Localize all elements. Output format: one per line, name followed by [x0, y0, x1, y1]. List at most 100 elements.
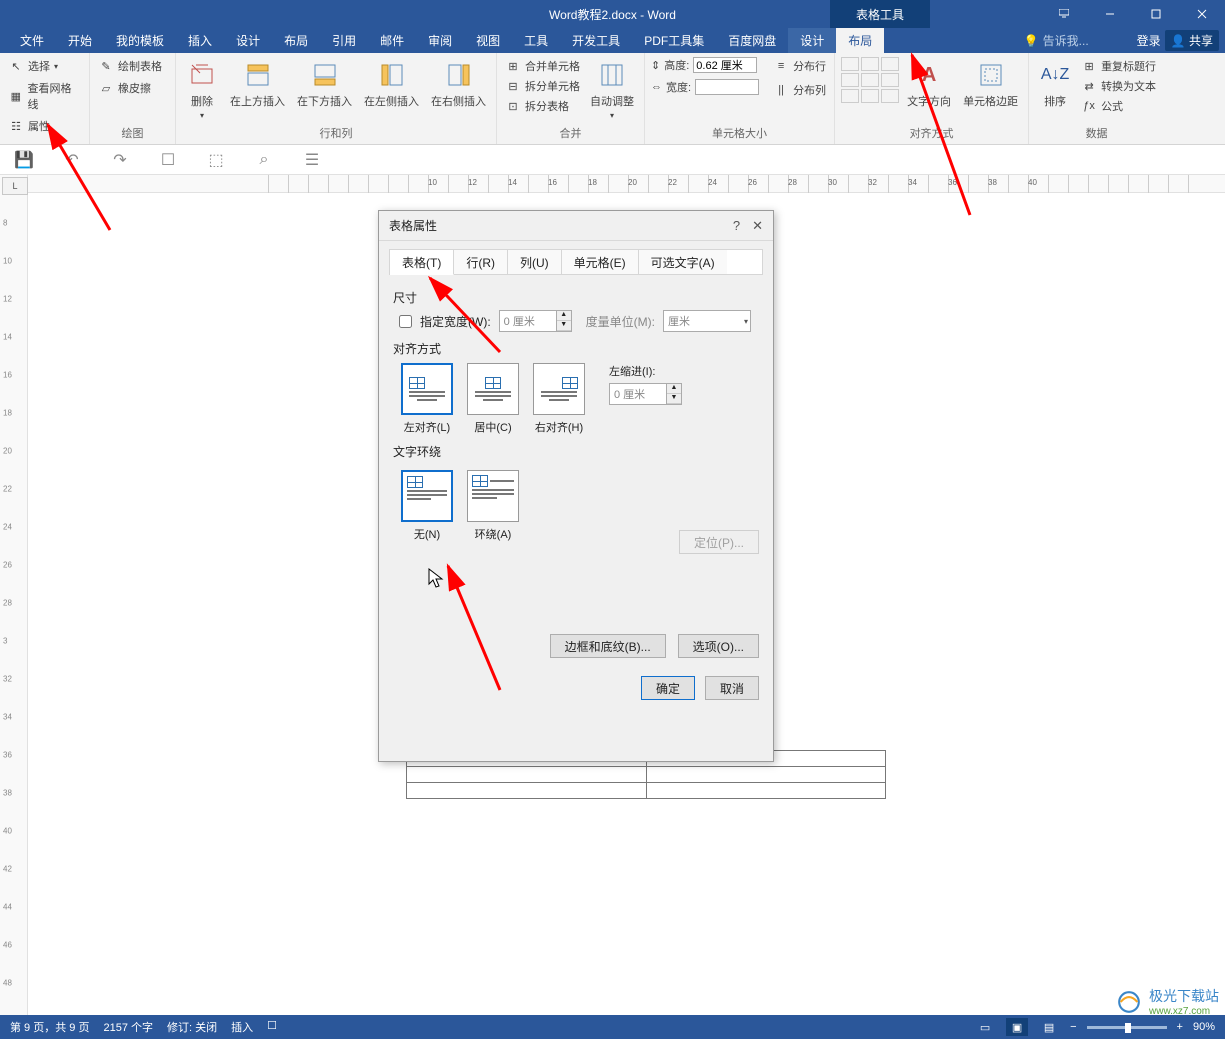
insert-left-button[interactable]: 在左侧插入 — [360, 57, 423, 111]
options-button[interactable]: 选项(O)... — [678, 634, 759, 658]
repeat-header-button[interactable]: ⊞重复标题行 — [1079, 57, 1158, 75]
spin-down-icon[interactable]: ▼ — [557, 321, 571, 331]
align-ml-icon[interactable] — [841, 73, 859, 87]
dtab-alttext[interactable]: 可选文字(A) — [639, 250, 727, 274]
horizontal-ruler[interactable]: 10121416182022242628303234363840 — [28, 175, 1225, 193]
qat-extra1-icon[interactable]: ☐ — [158, 150, 178, 170]
draw-table-button[interactable]: ✎绘制表格 — [96, 57, 164, 75]
tab-review[interactable]: 审阅 — [416, 28, 464, 53]
help-button[interactable]: ? — [733, 218, 740, 234]
split-cells-button[interactable]: ⊟拆分单元格 — [503, 77, 582, 95]
tab-view[interactable]: 视图 — [464, 28, 512, 53]
tab-home[interactable]: 开始 — [56, 28, 104, 53]
view-gridlines-button[interactable]: ▦查看网格线 — [6, 79, 83, 113]
convert-text-button[interactable]: ⇄转换为文本 — [1079, 77, 1158, 95]
zoom-in-button[interactable]: + — [1177, 1021, 1183, 1033]
align-mr-icon[interactable] — [881, 73, 899, 87]
border-shading-button[interactable]: 边框和底纹(B)... — [550, 634, 666, 658]
align-tc-icon[interactable] — [861, 57, 879, 71]
zoom-out-button[interactable]: − — [1070, 1021, 1076, 1033]
cell-margins-button[interactable]: 单元格边距 — [959, 57, 1022, 111]
indent-value-input[interactable] — [610, 386, 666, 402]
cancel-button[interactable]: 取消 — [705, 676, 759, 700]
save-icon[interactable]: 💾 — [14, 150, 34, 170]
close-icon[interactable]: ✕ — [752, 218, 763, 234]
eraser-button[interactable]: ▱橡皮擦 — [96, 79, 153, 97]
zoom-level[interactable]: 90% — [1193, 1021, 1215, 1033]
unit-combo[interactable]: 厘米▾ — [663, 310, 751, 332]
close-button[interactable] — [1179, 0, 1225, 28]
login-link[interactable]: 登录 — [1137, 32, 1161, 49]
tab-references[interactable]: 引用 — [320, 28, 368, 53]
align-tl-icon[interactable] — [841, 57, 859, 71]
qat-extra2-icon[interactable]: ⬚ — [206, 150, 226, 170]
align-mc-icon[interactable] — [861, 73, 879, 87]
insert-above-button[interactable]: 在上方插入 — [226, 57, 289, 111]
tab-templates[interactable]: 我的模板 — [104, 28, 176, 53]
tab-table-design[interactable]: 设计 — [788, 28, 836, 53]
word-count[interactable]: 2157 个字 — [103, 1019, 153, 1035]
indent-spinner[interactable]: ▲▼ — [609, 383, 682, 405]
merge-cells-button[interactable]: ⊞合并单元格 — [503, 57, 582, 75]
web-layout-icon[interactable]: ▤ — [1038, 1018, 1060, 1036]
tab-layout[interactable]: 布局 — [272, 28, 320, 53]
width-spinner[interactable]: ▲▼ — [499, 310, 572, 332]
print-layout-icon[interactable]: ▣ — [1006, 1018, 1028, 1036]
split-table-button[interactable]: ⊡拆分表格 — [503, 97, 582, 115]
page-status[interactable]: 第 9 页，共 9 页 — [10, 1019, 89, 1035]
distribute-rows-button[interactable]: ≡分布行 — [771, 57, 828, 75]
spin-up-icon[interactable]: ▲ — [667, 384, 681, 394]
text-direction-button[interactable]: A文字方向 — [903, 57, 955, 111]
tab-tools[interactable]: 工具 — [512, 28, 560, 53]
insert-mode[interactable]: 插入 — [231, 1019, 253, 1035]
tab-mailings[interactable]: 邮件 — [368, 28, 416, 53]
qat-extra4-icon[interactable]: ☰ — [302, 150, 322, 170]
dtab-col[interactable]: 列(U) — [508, 250, 562, 274]
share-button[interactable]: 👤 共享 — [1165, 30, 1219, 51]
tell-me[interactable]: 💡 告诉我... — [1024, 32, 1089, 49]
width-value-input[interactable] — [500, 313, 556, 329]
align-br-icon[interactable] — [881, 89, 899, 103]
insert-right-button[interactable]: 在右侧插入 — [427, 57, 490, 111]
align-bl-icon[interactable] — [841, 89, 859, 103]
tab-pdf[interactable]: PDF工具集 — [632, 28, 716, 53]
dtab-cell[interactable]: 单元格(E) — [562, 250, 639, 274]
ok-button[interactable]: 确定 — [641, 676, 695, 700]
distribute-cols-button[interactable]: ||分布列 — [771, 81, 828, 99]
align-center-option[interactable] — [467, 363, 519, 415]
dtab-table[interactable]: 表格(T) — [390, 250, 454, 275]
select-button[interactable]: ↖选择▾ — [6, 57, 60, 75]
minimize-button[interactable] — [1087, 0, 1133, 28]
delete-button[interactable]: 删除▾ — [182, 57, 222, 122]
maximize-button[interactable] — [1133, 0, 1179, 28]
height-input[interactable] — [693, 57, 757, 73]
sort-button[interactable]: A↓Z排序 — [1035, 57, 1075, 111]
align-right-option[interactable] — [533, 363, 585, 415]
ribbon-options-icon[interactable] — [1041, 0, 1087, 28]
specify-width-checkbox[interactable] — [399, 315, 412, 328]
align-left-option[interactable] — [401, 363, 453, 415]
wrap-none-option[interactable] — [401, 470, 453, 522]
spin-down-icon[interactable]: ▼ — [667, 394, 681, 404]
qat-extra3-icon[interactable]: ⌕ — [254, 150, 274, 170]
insert-below-button[interactable]: 在下方插入 — [293, 57, 356, 111]
dtab-row[interactable]: 行(R) — [454, 250, 508, 274]
spin-up-icon[interactable]: ▲ — [557, 311, 571, 321]
zoom-slider[interactable] — [1087, 1026, 1167, 1029]
vertical-ruler[interactable]: L 81012141618202224262833234363840424446… — [0, 175, 28, 1015]
wrap-around-option[interactable] — [467, 470, 519, 522]
width-input[interactable] — [695, 79, 759, 95]
align-tr-icon[interactable] — [881, 57, 899, 71]
tab-selector[interactable]: L — [2, 177, 28, 195]
tab-design[interactable]: 设计 — [224, 28, 272, 53]
align-bc-icon[interactable] — [861, 89, 879, 103]
tab-baidu[interactable]: 百度网盘 — [716, 28, 788, 53]
formula-button[interactable]: ƒx公式 — [1079, 97, 1158, 115]
properties-button[interactable]: ☷属性 — [6, 117, 52, 135]
tab-insert[interactable]: 插入 — [176, 28, 224, 53]
tab-table-layout[interactable]: 布局 — [836, 28, 884, 53]
autofit-button[interactable]: 自动调整▾ — [586, 57, 638, 122]
tab-dev[interactable]: 开发工具 — [560, 28, 632, 53]
statusbar-icon[interactable]: ☐ — [267, 1019, 277, 1035]
undo-icon[interactable]: ↶ — [62, 150, 82, 170]
